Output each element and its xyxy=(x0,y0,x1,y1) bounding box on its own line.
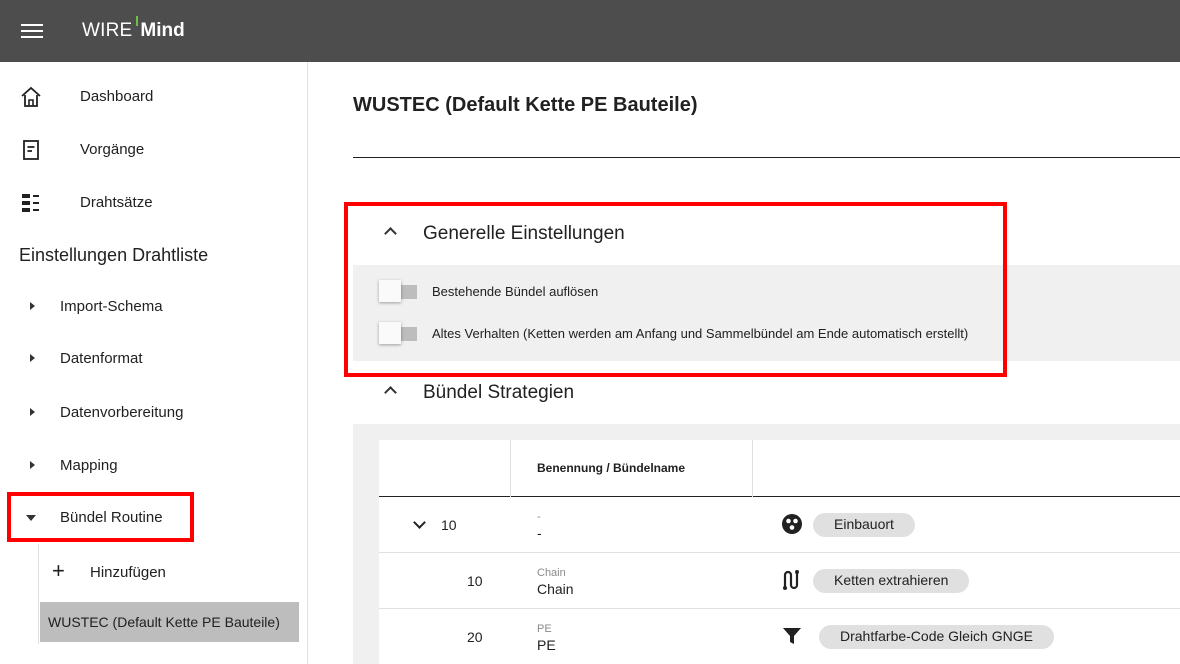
route-icon xyxy=(783,570,799,590)
table-row[interactable]: 10 - - Einbauort xyxy=(379,497,1180,553)
table-header: Benennung / Bündelname xyxy=(379,440,1180,497)
caret-right-icon xyxy=(30,461,35,469)
menu-icon[interactable] xyxy=(21,24,43,38)
row-number: 20 xyxy=(467,629,483,645)
column-header-name: Benennung / Bündelname xyxy=(537,461,686,475)
title-divider xyxy=(353,157,1180,158)
sidebar-item-label: Vorgänge xyxy=(80,141,145,158)
add-routine-button[interactable]: + Hinzufügen xyxy=(40,554,308,590)
table-row[interactable]: 10 Chain Chain Ketten extrahieren xyxy=(379,553,1180,609)
table-row[interactable]: 20 PE PE Drahtfarbe-Code Gleich GNGE xyxy=(379,609,1180,664)
sidebar-item-label: Datenformat xyxy=(60,350,143,367)
sidebar-item-datenvorbereitung[interactable]: Datenvorbereitung xyxy=(0,392,308,432)
sidebar-item-label: Dashboard xyxy=(80,88,154,105)
row-subtitle: Chain xyxy=(537,567,566,579)
top-bar: WIRE Mind xyxy=(0,0,1180,62)
sidebar: Dashboard Vorgänge Drahtsätze Einstellun… xyxy=(0,62,308,664)
list-icon xyxy=(22,194,39,212)
sidebar-item-label: Import-Schema xyxy=(60,298,163,315)
strategy-chip[interactable]: Ketten extrahieren xyxy=(813,569,970,593)
strategy-chip[interactable]: Drahtfarbe-Code Gleich GNGE xyxy=(819,625,1054,649)
sidebar-item-datenformat[interactable]: Datenformat xyxy=(0,338,308,378)
row-name: PE xyxy=(537,637,556,653)
sidebar-item-import-schema[interactable]: Import-Schema xyxy=(0,286,308,326)
sidebar-item-label: WUSTEC (Default Kette PE Bauteile) xyxy=(48,614,280,630)
sidebar-item-active-routine[interactable]: WUSTEC (Default Kette PE Bauteile) xyxy=(40,602,299,642)
sidebar-item-mapping[interactable]: Mapping xyxy=(0,445,308,485)
strategy-chip[interactable]: Einbauort xyxy=(813,513,915,537)
sidebar-item-drahtsaetze[interactable]: Drahtsätze xyxy=(0,182,308,222)
home-icon xyxy=(21,86,41,107)
sidebar-item-label: Datenvorbereitung xyxy=(60,404,184,421)
sidebar-item-dashboard[interactable]: Dashboard xyxy=(0,76,308,116)
section-title: Einstellungen Drahtliste xyxy=(19,245,209,265)
logo-accent xyxy=(136,16,139,26)
column-divider xyxy=(752,440,753,497)
logo-mind: Mind xyxy=(140,20,185,41)
sidebar-item-label: Drahtsätze xyxy=(80,194,153,211)
app-logo[interactable]: WIRE Mind xyxy=(82,16,185,44)
logo-wire: WIRE xyxy=(82,20,133,41)
filter-icon xyxy=(783,628,801,644)
row-number: 10 xyxy=(441,517,457,533)
add-label: Hinzufügen xyxy=(90,564,166,581)
caret-right-icon xyxy=(30,408,35,416)
row-subtitle: - xyxy=(537,511,541,523)
row-number: 10 xyxy=(467,573,483,589)
cluster-icon xyxy=(782,514,802,534)
sidebar-item-vorgaenge[interactable]: Vorgänge xyxy=(0,129,308,169)
caret-right-icon xyxy=(30,302,35,310)
sidebar-item-label: Mapping xyxy=(60,457,118,474)
chevron-down-icon[interactable] xyxy=(413,516,426,529)
caret-right-icon xyxy=(30,354,35,362)
chevron-up-icon xyxy=(384,386,397,399)
plus-icon: + xyxy=(52,558,65,583)
tree-line xyxy=(38,544,39,644)
row-subtitle: PE xyxy=(537,623,552,635)
highlight-box xyxy=(7,492,194,542)
strategies-heading: Bündel Strategien xyxy=(423,382,575,403)
row-name: Chain xyxy=(537,581,574,597)
strategies-table: Benennung / Bündelname 10 - - Einbauort … xyxy=(379,440,1180,664)
page-title: WUSTEC (Default Kette PE Bauteile) xyxy=(353,94,698,116)
document-icon xyxy=(23,140,39,160)
strategies-panel: Benennung / Bündelname 10 - - Einbauort … xyxy=(353,424,1180,664)
row-name: - xyxy=(537,525,542,541)
column-divider xyxy=(510,440,511,497)
highlight-box xyxy=(344,202,1007,377)
